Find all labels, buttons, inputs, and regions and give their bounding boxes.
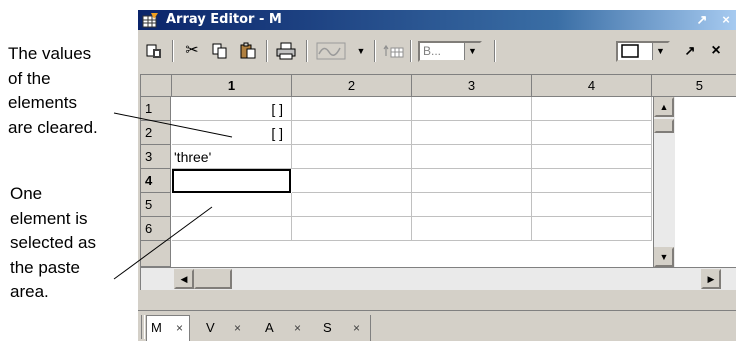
- row-header-2[interactable]: 2: [141, 121, 171, 145]
- cell-r5-c1[interactable]: [172, 193, 292, 217]
- horizontal-scroll-thumb[interactable]: [194, 269, 232, 289]
- cell-r6-c2[interactable]: [292, 217, 412, 241]
- tab-s-close-icon[interactable]: ×: [353, 319, 360, 337]
- row-header-4[interactable]: 4: [141, 169, 171, 193]
- cell-r5-c2[interactable]: [292, 193, 412, 217]
- copy-icon[interactable]: [208, 40, 232, 62]
- plot-dropdown-icon[interactable]: ▼: [354, 40, 368, 62]
- toolbar-separator: [494, 40, 496, 62]
- toolbar: ✂ ▼ B... ▼ ▼ ↗ ×: [138, 32, 736, 70]
- docked-close-button[interactable]: ×: [704, 40, 728, 62]
- tab-m-label[interactable]: M: [151, 319, 162, 337]
- cell-r1-c2[interactable]: [292, 97, 412, 121]
- cell-r1-c1[interactable]: [ ]: [172, 97, 292, 121]
- column-header-1[interactable]: 1: [172, 75, 292, 97]
- cell-r2-c4[interactable]: [532, 121, 652, 145]
- annotation-line: One: [10, 184, 43, 203]
- cell-r5-c3[interactable]: [412, 193, 532, 217]
- variable-increment-icon[interactable]: [382, 40, 406, 62]
- column-header-2[interactable]: 2: [292, 75, 412, 97]
- vertical-scroll-thumb[interactable]: [654, 119, 674, 133]
- annotation-values-cleared: The values of the elements are cleared.: [8, 42, 98, 140]
- annotation-line: are cleared.: [8, 117, 98, 137]
- chevron-down-icon[interactable]: ▼: [652, 43, 668, 60]
- scroll-left-icon[interactable]: ◀: [174, 269, 194, 289]
- annotation-line: area.: [10, 282, 49, 301]
- toolbar-separator: [172, 40, 174, 62]
- row-header-3[interactable]: 3: [141, 145, 171, 169]
- cell-r4-c1-selected[interactable]: [172, 169, 291, 193]
- annotation-line: elements: [8, 93, 77, 112]
- cell-r6-c3[interactable]: [412, 217, 532, 241]
- annotation-line: of the: [8, 68, 51, 88]
- tab-divider: [370, 315, 371, 341]
- base-combo[interactable]: B... ▼: [418, 41, 482, 62]
- toolbar-separator: [306, 40, 308, 62]
- base-combo-value: B...: [423, 44, 442, 58]
- cell-r1-c4[interactable]: [532, 97, 652, 121]
- close-button[interactable]: ×: [718, 10, 734, 30]
- cell-r1-c3[interactable]: [412, 97, 532, 121]
- annotation-line: The values: [8, 44, 92, 63]
- cell-r2-c2[interactable]: [292, 121, 412, 145]
- print-icon[interactable]: [274, 40, 298, 62]
- plot-icon[interactable]: [314, 40, 348, 62]
- cell-r2-c3[interactable]: [412, 121, 532, 145]
- tab-a-label[interactable]: A: [265, 319, 274, 337]
- annotation-line: the paste: [10, 257, 80, 277]
- array-editor-icon: [142, 13, 158, 28]
- grid-corner: [141, 75, 172, 97]
- array-grid: 1 2 3 4 5 1 [ ] 2 [ ] 3 'three' 4 5 6 ▲ …: [140, 74, 736, 290]
- annotation-line: element is: [10, 208, 88, 228]
- window-title: Array Editor - M: [166, 12, 282, 27]
- variable-tab-bar: M × V × A × S ×: [138, 310, 736, 341]
- row-header-1[interactable]: 1: [141, 97, 171, 121]
- docked-undock-button[interactable]: ↗: [678, 40, 702, 62]
- scroll-up-icon[interactable]: ▲: [654, 97, 674, 117]
- tab-grip: [141, 315, 145, 339]
- cell-r6-c4[interactable]: [532, 217, 652, 241]
- column-header-3[interactable]: 3: [412, 75, 532, 97]
- cell-r2-c1[interactable]: [ ]: [172, 121, 292, 145]
- tab-v-label[interactable]: V: [206, 319, 215, 337]
- cell-r3-c4[interactable]: [532, 145, 652, 169]
- cell-r4-c4[interactable]: [532, 169, 652, 193]
- cut-icon[interactable]: ✂: [180, 40, 204, 62]
- cell-r3-c1[interactable]: 'three': [172, 145, 292, 169]
- scroll-right-icon[interactable]: ▶: [701, 269, 721, 289]
- scroll-down-icon[interactable]: ▼: [654, 247, 674, 267]
- undock-button[interactable]: ↗: [694, 10, 710, 30]
- cell-r3-c2[interactable]: [292, 145, 412, 169]
- toolbar-separator: [266, 40, 268, 62]
- cell-r3-c3[interactable]: [412, 145, 532, 169]
- import-data-icon[interactable]: [142, 40, 166, 62]
- horizontal-scrollbar[interactable]: ◀ ▶: [141, 267, 736, 290]
- window-layout-combo[interactable]: ▼: [616, 41, 670, 62]
- column-header-4[interactable]: 4: [532, 75, 652, 97]
- annotation-line: selected as: [10, 233, 96, 252]
- tab-v-close-icon[interactable]: ×: [234, 319, 241, 337]
- array-editor-window: Array Editor - M ↗ × ✂ ▼ B... ▼ ▼ ↗ × 1 …: [138, 10, 736, 341]
- tab-a-close-icon[interactable]: ×: [294, 319, 301, 337]
- tab-s-label[interactable]: S: [323, 319, 332, 337]
- tab-m-close-icon[interactable]: ×: [176, 319, 183, 337]
- row-header-partial: [141, 241, 171, 267]
- chevron-down-icon[interactable]: ▼: [464, 43, 480, 60]
- column-header-5[interactable]: 5: [652, 75, 736, 97]
- annotation-paste-area: One element is selected as the paste are…: [10, 182, 96, 305]
- cell-r4-c2[interactable]: [292, 169, 412, 193]
- cell-r5-c4[interactable]: [532, 193, 652, 217]
- toolbar-separator: [410, 40, 412, 62]
- vertical-scrollbar[interactable]: ▲ ▼: [653, 97, 675, 267]
- title-bar[interactable]: Array Editor - M ↗ ×: [138, 10, 736, 30]
- cell-r4-c3[interactable]: [412, 169, 532, 193]
- paste-icon[interactable]: [236, 40, 260, 62]
- row-header-5[interactable]: 5: [141, 193, 171, 217]
- row-header-6[interactable]: 6: [141, 217, 171, 241]
- single-window-icon: [621, 44, 639, 58]
- toolbar-separator: [374, 40, 376, 62]
- cell-r6-c1[interactable]: [172, 217, 292, 241]
